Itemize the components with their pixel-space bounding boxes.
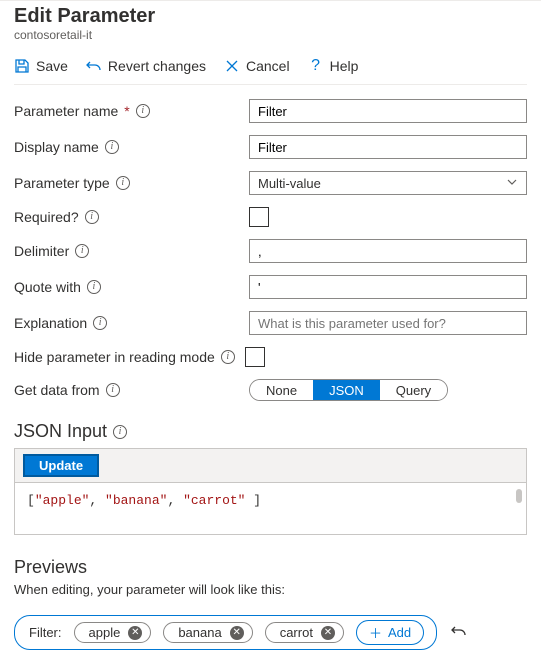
undo-icon <box>86 58 102 74</box>
help-icon: ? <box>308 58 324 74</box>
info-icon[interactable]: i <box>136 104 150 118</box>
chip-remove-icon[interactable]: ✕ <box>128 626 142 640</box>
filter-chip[interactable]: carrot ✕ <box>265 622 344 643</box>
required-checkbox[interactable] <box>249 207 269 227</box>
json-input-block: Update ["apple", "banana", "carrot" ] <box>14 448 527 535</box>
parameter-type-label: Parameter type <box>14 175 110 191</box>
plus-icon: ＋ <box>369 623 382 642</box>
help-button[interactable]: ? Help <box>308 58 359 74</box>
close-icon <box>224 58 240 74</box>
data-source-toggle: None JSON Query <box>249 379 448 401</box>
page-subtitle: contosoretail-it <box>14 28 527 42</box>
parameter-type-value: Multi-value <box>258 176 321 191</box>
cancel-button[interactable]: Cancel <box>224 58 290 74</box>
info-icon[interactable]: i <box>105 140 119 154</box>
info-icon[interactable]: i <box>87 280 101 294</box>
filter-label: Filter: <box>29 625 62 640</box>
data-source-none[interactable]: None <box>250 380 313 400</box>
previews-subtext: When editing, your parameter will look l… <box>14 582 527 597</box>
save-icon <box>14 58 30 74</box>
json-input-heading: JSON Input <box>14 421 107 442</box>
hide-param-checkbox[interactable] <box>245 347 265 367</box>
add-label: Add <box>388 625 411 640</box>
update-button[interactable]: Update <box>23 454 99 477</box>
quote-with-label: Quote with <box>14 279 81 295</box>
chip-remove-icon[interactable]: ✕ <box>230 626 244 640</box>
chip-label: carrot <box>280 625 313 640</box>
data-source-query[interactable]: Query <box>380 380 447 400</box>
delimiter-label: Delimiter <box>14 243 69 259</box>
help-label: Help <box>330 58 359 74</box>
quote-with-input[interactable] <box>249 275 527 299</box>
info-icon[interactable]: i <box>113 425 127 439</box>
info-icon[interactable]: i <box>106 383 120 397</box>
parameter-type-select[interactable]: Multi-value <box>249 171 527 195</box>
scrollbar-thumb[interactable] <box>516 489 522 503</box>
get-data-from-label: Get data from <box>14 382 100 398</box>
chip-remove-icon[interactable]: ✕ <box>321 626 335 640</box>
info-icon[interactable]: i <box>85 210 99 224</box>
toolbar: Save Revert changes Cancel ? Help <box>14 50 527 85</box>
display-name-input[interactable] <box>249 135 527 159</box>
required-asterisk: * <box>124 103 129 119</box>
parameter-name-input[interactable] <box>249 99 527 123</box>
filter-preview-container: Filter: apple ✕ banana ✕ carrot ✕ ＋ Add <box>14 615 437 650</box>
explanation-label: Explanation <box>14 315 87 331</box>
filter-chip[interactable]: apple ✕ <box>74 622 152 643</box>
chip-label: banana <box>178 625 221 640</box>
parameter-name-label: Parameter name <box>14 103 118 119</box>
info-icon[interactable]: i <box>221 350 235 364</box>
cancel-label: Cancel <box>246 58 290 74</box>
json-code-editor[interactable]: ["apple", "banana", "carrot" ] <box>15 483 526 534</box>
page-title: Edit Parameter <box>14 5 527 28</box>
reset-icon[interactable] <box>451 623 467 642</box>
explanation-input[interactable] <box>249 311 527 335</box>
previews-heading: Previews <box>14 557 527 578</box>
hide-param-label: Hide parameter in reading mode <box>14 349 215 365</box>
data-source-json[interactable]: JSON <box>313 380 380 400</box>
info-icon[interactable]: i <box>116 176 130 190</box>
filter-chip[interactable]: banana ✕ <box>163 622 252 643</box>
save-button[interactable]: Save <box>14 58 68 74</box>
revert-label: Revert changes <box>108 58 206 74</box>
chip-label: apple <box>89 625 121 640</box>
display-name-label: Display name <box>14 139 99 155</box>
required-label: Required? <box>14 209 79 225</box>
info-icon[interactable]: i <box>75 244 89 258</box>
info-icon[interactable]: i <box>93 316 107 330</box>
chevron-down-icon <box>506 176 518 191</box>
revert-button[interactable]: Revert changes <box>86 58 206 74</box>
add-chip-button[interactable]: ＋ Add <box>356 620 424 645</box>
save-label: Save <box>36 58 68 74</box>
delimiter-input[interactable] <box>249 239 527 263</box>
